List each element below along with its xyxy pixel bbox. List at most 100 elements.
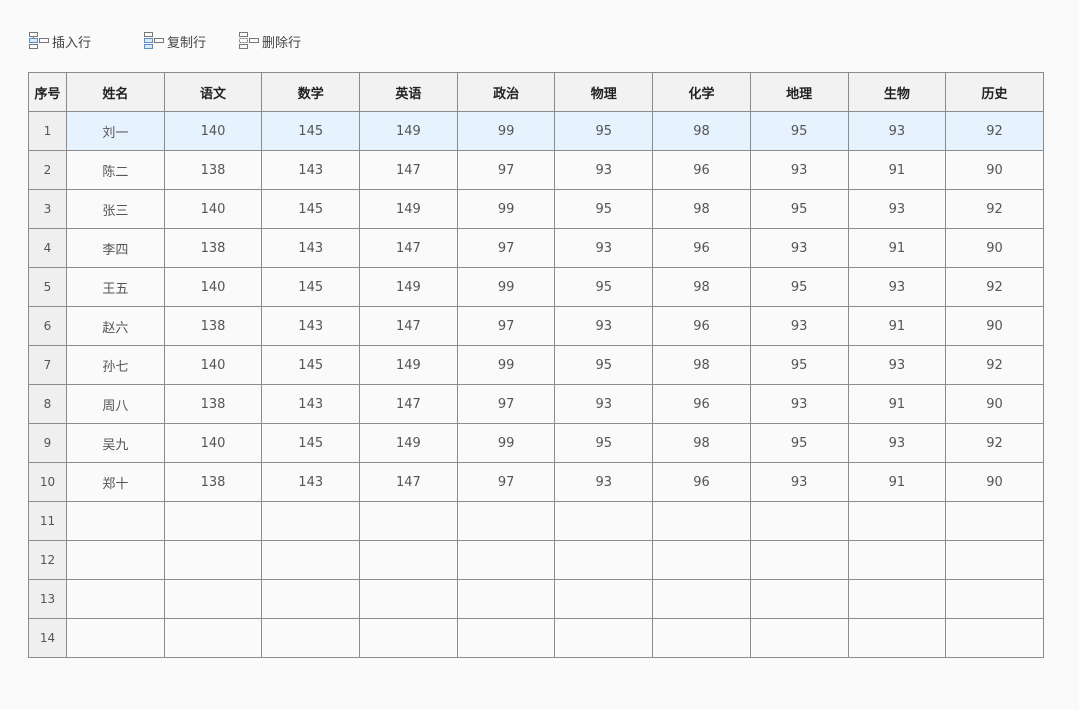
column-header[interactable]: 历史: [945, 72, 1044, 112]
table-cell[interactable]: 149: [359, 189, 458, 229]
table-cell[interactable]: [456, 501, 556, 541]
table-row[interactable]: 7 孙七 140 145 149 99 95 98 95 93 92: [28, 345, 1044, 385]
table-cell[interactable]: [66, 501, 165, 541]
table-cell[interactable]: [652, 540, 751, 580]
table-cell[interactable]: 91: [847, 462, 947, 502]
table-cell[interactable]: 93: [847, 111, 947, 151]
table-cell[interactable]: 149: [359, 345, 458, 385]
table-cell[interactable]: 93: [847, 423, 947, 463]
table-cell[interactable]: 97: [456, 228, 556, 268]
table-cell[interactable]: 149: [359, 423, 458, 463]
table-row[interactable]: 12: [28, 540, 1044, 580]
row-index-cell[interactable]: 1: [28, 111, 67, 151]
table-cell[interactable]: 92: [945, 423, 1044, 463]
table-cell[interactable]: [261, 618, 361, 658]
table-cell[interactable]: 99: [456, 345, 556, 385]
table-cell[interactable]: 郑十: [66, 462, 165, 502]
table-cell[interactable]: 赵六: [66, 306, 165, 346]
table-cell[interactable]: 周八: [66, 384, 165, 424]
table-cell[interactable]: 93: [847, 267, 947, 307]
table-cell[interactable]: [163, 501, 263, 541]
column-header[interactable]: 地理: [749, 72, 849, 112]
table-row[interactable]: 5 王五 140 145 149 99 95 98 95 93 92: [28, 267, 1044, 307]
table-cell[interactable]: 140: [163, 267, 263, 307]
table-cell[interactable]: 95: [749, 111, 849, 151]
table-cell[interactable]: 93: [554, 306, 654, 346]
table-cell[interactable]: 92: [945, 111, 1044, 151]
table-row[interactable]: 10 郑十 138 143 147 97 93 96 93 91 90: [28, 462, 1044, 502]
table-cell[interactable]: 96: [652, 228, 751, 268]
table-cell[interactable]: 93: [554, 462, 654, 502]
table-cell[interactable]: 99: [456, 267, 556, 307]
table-cell[interactable]: 138: [163, 384, 263, 424]
table-cell[interactable]: 138: [163, 150, 263, 190]
table-cell[interactable]: 95: [749, 189, 849, 229]
table-cell[interactable]: [847, 579, 947, 619]
table-cell[interactable]: 98: [652, 111, 751, 151]
table-cell[interactable]: 91: [847, 306, 947, 346]
column-header-index[interactable]: 序号: [28, 72, 67, 112]
table-cell[interactable]: [554, 540, 654, 580]
row-index-cell[interactable]: 3: [28, 189, 67, 229]
row-index-cell[interactable]: 14: [28, 618, 67, 658]
table-cell[interactable]: 98: [652, 423, 751, 463]
row-index-cell[interactable]: 11: [28, 501, 67, 541]
table-row[interactable]: 8 周八 138 143 147 97 93 96 93 91 90: [28, 384, 1044, 424]
table-cell[interactable]: [945, 540, 1044, 580]
table-cell[interactable]: [66, 540, 165, 580]
table-cell[interactable]: 149: [359, 111, 458, 151]
table-cell[interactable]: 140: [163, 345, 263, 385]
table-cell[interactable]: 99: [456, 189, 556, 229]
table-cell[interactable]: 96: [652, 462, 751, 502]
table-cell[interactable]: 95: [554, 189, 654, 229]
table-cell[interactable]: [749, 540, 849, 580]
table-cell[interactable]: 93: [847, 189, 947, 229]
table-cell[interactable]: 143: [261, 228, 361, 268]
table-cell[interactable]: [163, 579, 263, 619]
table-cell[interactable]: 98: [652, 345, 751, 385]
row-index-cell[interactable]: 4: [28, 228, 67, 268]
delete-row-button[interactable]: 删除行: [238, 28, 301, 54]
table-cell[interactable]: 97: [456, 306, 556, 346]
row-index-cell[interactable]: 5: [28, 267, 67, 307]
table-cell[interactable]: 90: [945, 150, 1044, 190]
table-cell[interactable]: 90: [945, 384, 1044, 424]
table-cell[interactable]: 147: [359, 306, 458, 346]
table-cell[interactable]: 92: [945, 267, 1044, 307]
table-cell[interactable]: 孙七: [66, 345, 165, 385]
table-cell[interactable]: 95: [554, 267, 654, 307]
table-cell[interactable]: [945, 618, 1044, 658]
table-cell[interactable]: 147: [359, 228, 458, 268]
row-index-cell[interactable]: 8: [28, 384, 67, 424]
table-cell[interactable]: 97: [456, 384, 556, 424]
table-cell[interactable]: [652, 579, 751, 619]
table-cell[interactable]: 143: [261, 306, 361, 346]
table-cell[interactable]: 91: [847, 384, 947, 424]
table-cell[interactable]: 92: [945, 345, 1044, 385]
column-header[interactable]: 化学: [652, 72, 751, 112]
table-row[interactable]: 13: [28, 579, 1044, 619]
table-cell[interactable]: [359, 540, 458, 580]
table-cell[interactable]: [749, 501, 849, 541]
table-cell[interactable]: 138: [163, 462, 263, 502]
row-index-cell[interactable]: 10: [28, 462, 67, 502]
table-cell[interactable]: 143: [261, 462, 361, 502]
table-row[interactable]: 6 赵六 138 143 147 97 93 96 93 91 90: [28, 306, 1044, 346]
table-cell[interactable]: 97: [456, 150, 556, 190]
table-cell[interactable]: [261, 501, 361, 541]
table-cell[interactable]: 刘一: [66, 111, 165, 151]
column-header[interactable]: 生物: [847, 72, 947, 112]
table-cell[interactable]: [66, 618, 165, 658]
table-cell[interactable]: 吴九: [66, 423, 165, 463]
table-cell[interactable]: 145: [261, 423, 361, 463]
table-cell[interactable]: [456, 579, 556, 619]
column-header[interactable]: 英语: [359, 72, 458, 112]
table-cell[interactable]: 147: [359, 384, 458, 424]
table-cell[interactable]: 143: [261, 384, 361, 424]
table-cell[interactable]: 93: [749, 306, 849, 346]
table-cell[interactable]: 93: [749, 150, 849, 190]
column-header[interactable]: 姓名: [66, 72, 165, 112]
table-cell[interactable]: 90: [945, 228, 1044, 268]
table-row[interactable]: 1 刘一 140 145 149 99 95 98 95 93 92: [28, 111, 1044, 151]
row-index-cell[interactable]: 13: [28, 579, 67, 619]
